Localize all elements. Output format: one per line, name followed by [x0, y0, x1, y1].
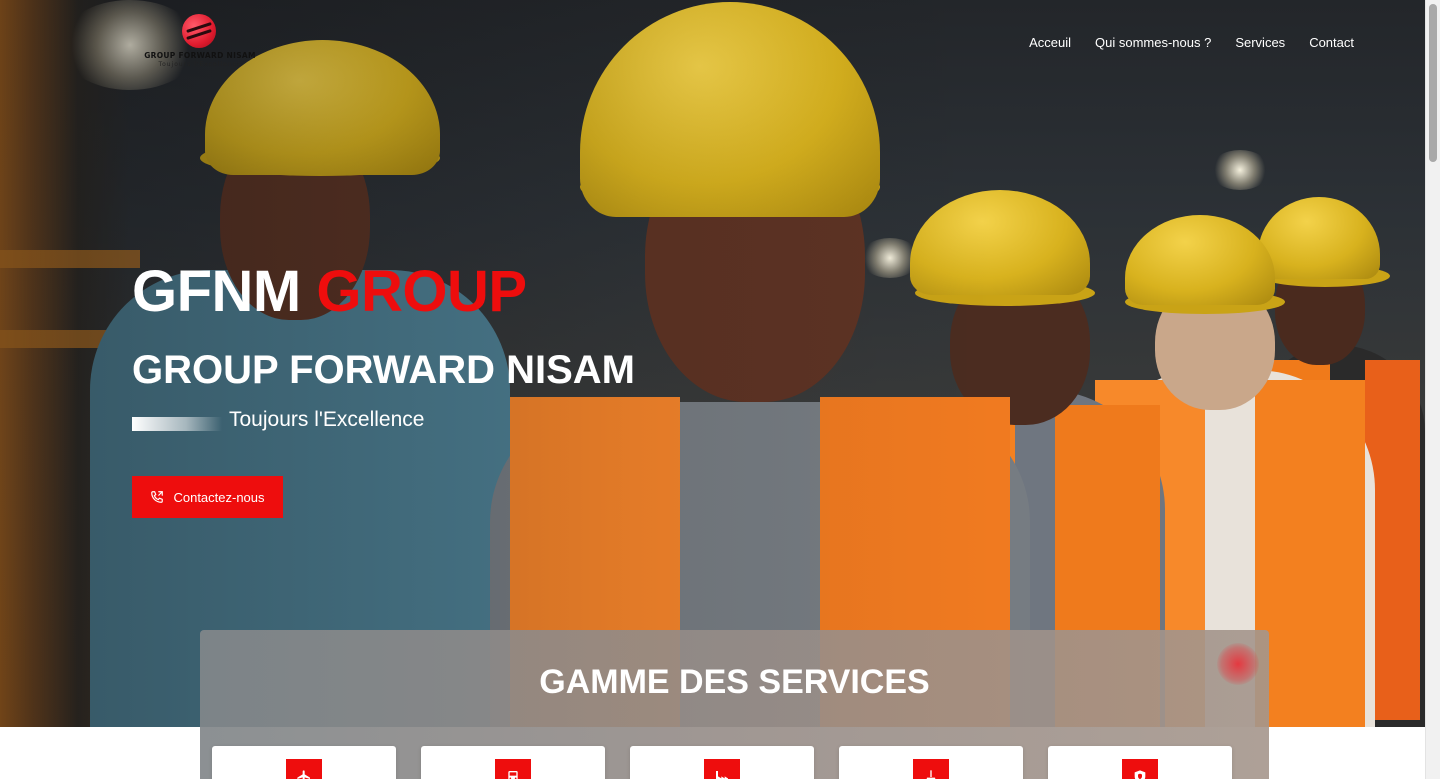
contact-button-label: Contactez-nous: [173, 489, 265, 505]
hero-brand-primary: GFNM: [132, 259, 301, 324]
logo-tagline: Toujours l'Excellence: [158, 61, 242, 68]
nav-link-acceuil[interactable]: Acceuil: [1029, 35, 1071, 50]
truck-icon: [508, 771, 518, 779]
logo-name: GROUP FORWARD NISAM: [144, 51, 256, 60]
floating-indicator: [1217, 643, 1259, 685]
factory-icon: [716, 771, 728, 779]
logo-mark-icon: [182, 14, 216, 48]
page-scrollbar[interactable]: [1425, 0, 1440, 779]
nav-link-contact[interactable]: Contact: [1309, 35, 1354, 50]
service-card[interactable]: [1048, 746, 1232, 779]
cleaning-icon: [926, 770, 936, 779]
hero-divider: [132, 417, 222, 431]
service-card[interactable]: [212, 746, 396, 779]
services-title: GAMME DES SERVICES: [539, 663, 930, 701]
service-card[interactable]: [630, 746, 814, 779]
hero-title: GROUP FORWARD NISAM: [132, 348, 635, 392]
contact-button[interactable]: Contactez-nous: [132, 476, 283, 518]
phone-icon: [151, 491, 164, 503]
service-card[interactable]: [421, 746, 605, 779]
scrollbar-thumb[interactable]: [1429, 4, 1437, 162]
shield-icon: [1134, 770, 1146, 779]
services-cards: [212, 746, 1232, 779]
nav-link-services[interactable]: Services: [1235, 35, 1285, 50]
main-nav: Acceuil Qui sommes-nous ? Services Conta…: [1029, 35, 1354, 50]
site-logo[interactable]: GROUP FORWARD NISAM Toujours l'Excellenc…: [142, 12, 258, 72]
plane-icon: [297, 770, 310, 779]
hero-subtitle: Toujours l'Excellence: [229, 408, 425, 431]
hero-brand: GFNM GROUP: [132, 258, 527, 325]
nav-link-about[interactable]: Qui sommes-nous ?: [1095, 35, 1211, 50]
service-card[interactable]: [839, 746, 1023, 779]
hero-brand-accent: GROUP: [316, 259, 527, 324]
